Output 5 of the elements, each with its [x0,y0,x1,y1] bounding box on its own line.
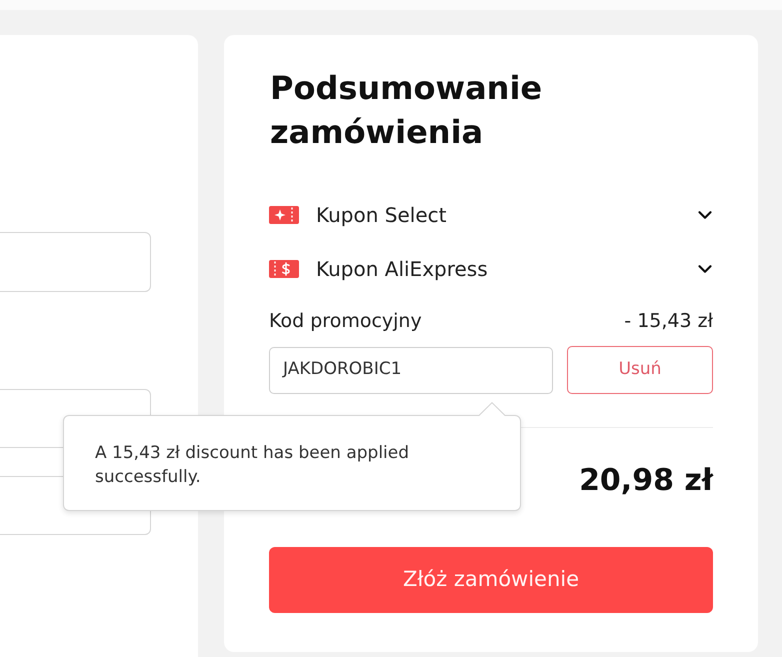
summary-title: Podsumowanie zamówienia [269,68,544,153]
order-total: 20,98 zł [579,462,713,500]
promo-code-label: Kod promocyjny [269,308,422,334]
tooltip-message: A 15,43 zł discount has been applied successfully. [95,442,410,489]
discount-amount: - 15,43 zł [624,308,713,334]
